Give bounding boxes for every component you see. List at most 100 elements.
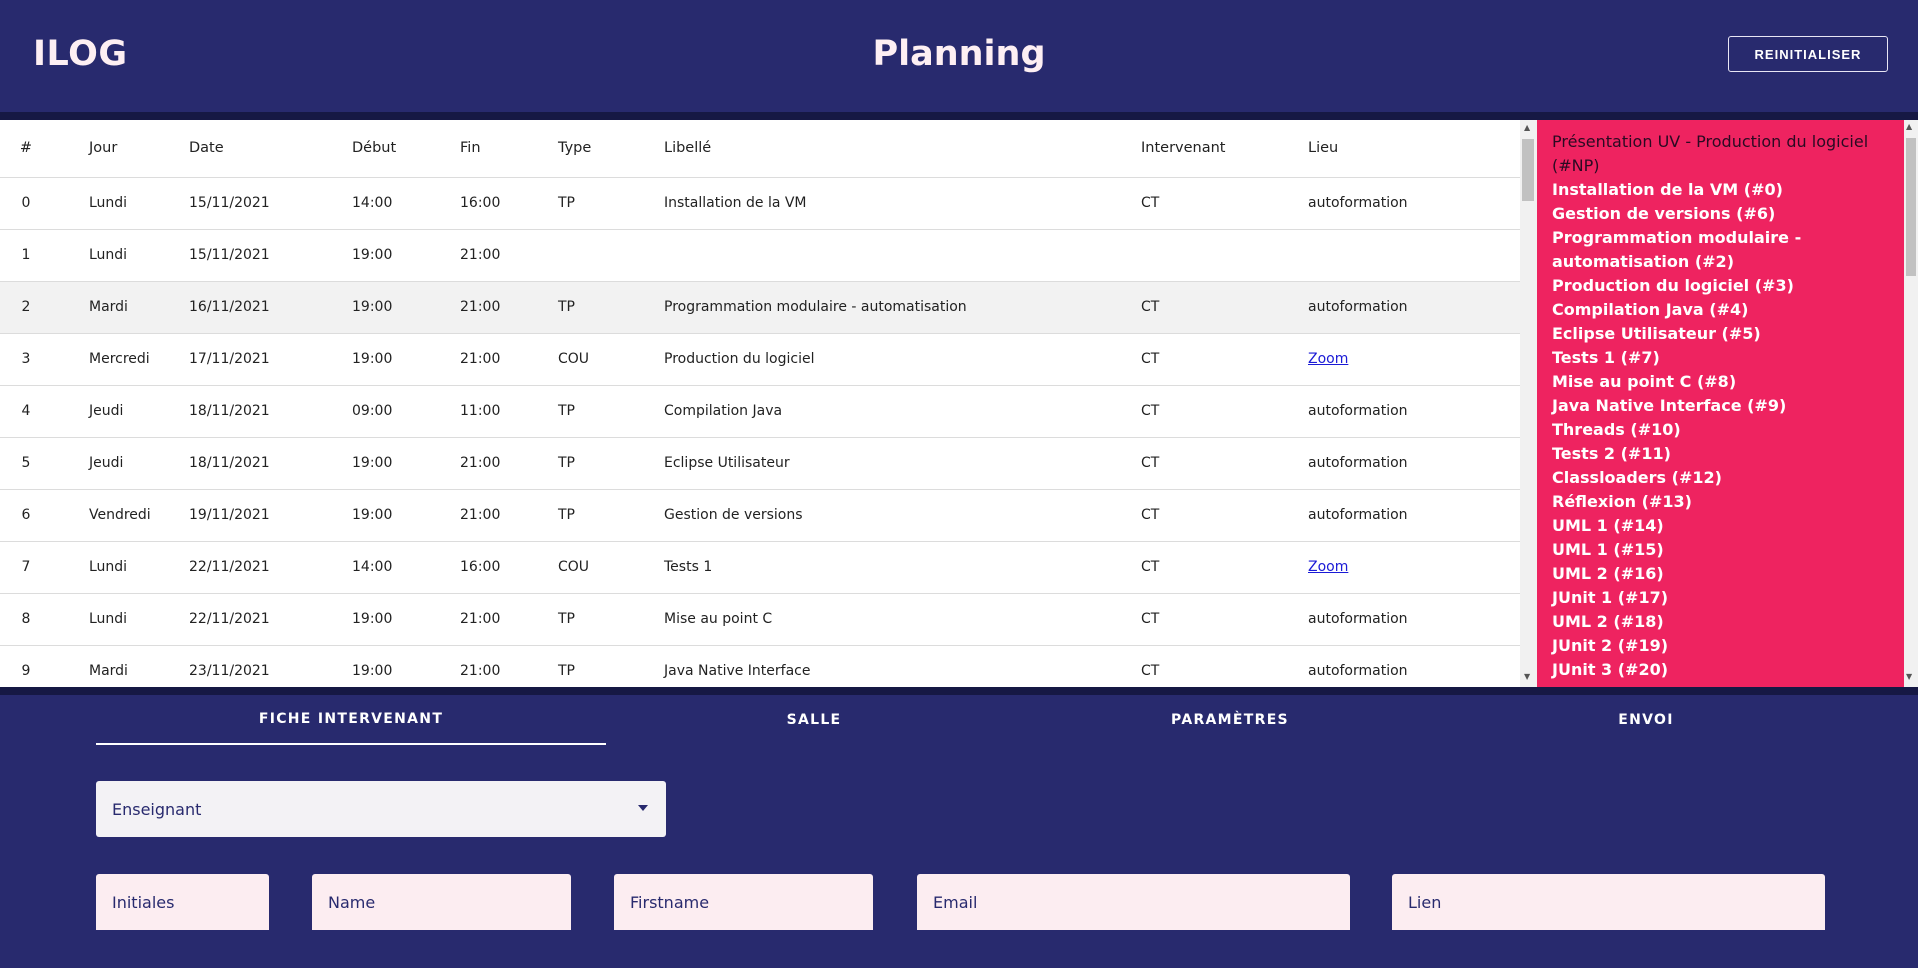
session-list-item[interactable]: Tests 2 (#11) xyxy=(1552,442,1889,466)
cell-fin: 21:00 xyxy=(460,593,558,646)
session-list-item[interactable]: Production du logiciel (#3) xyxy=(1552,274,1889,298)
table-row[interactable]: 6 Vendredi 19/11/2021 19:00 21:00 TP Gestion d… xyxy=(0,489,1520,542)
table-row[interactable]: 3 Mercredi 17/11/2021 19:00 21:00 COU Producti… xyxy=(0,333,1520,386)
zoom-link[interactable]: Zoom xyxy=(1308,351,1348,367)
planning-table-container[interactable]: # Jour Date Début Fin Type Libellé Inter… xyxy=(0,120,1537,687)
column-header-intervenant[interactable]: Intervenant xyxy=(1141,120,1308,178)
cell-type: TP xyxy=(558,437,664,490)
tab-envoi[interactable]: ENVOI xyxy=(1438,695,1854,745)
cell-type: TP xyxy=(558,593,664,646)
table-row[interactable]: 7 Lundi 22/11/2021 14:00 16:00 COU Tests 1 CT Zo… xyxy=(0,541,1520,594)
cell-type: TP xyxy=(558,385,664,438)
table-row[interactable]: 8 Lundi 22/11/2021 19:00 21:00 TP Mise au poin… xyxy=(0,593,1520,646)
lien-field[interactable]: Lien xyxy=(1392,874,1825,930)
email-field[interactable]: Email xyxy=(917,874,1350,930)
cell-debut: 19:00 xyxy=(352,645,460,687)
cell-debut: 19:00 xyxy=(352,281,460,334)
table-scroll-down-icon[interactable]: ▼ xyxy=(1524,672,1530,681)
table-row[interactable]: 4 Jeudi 18/11/2021 09:00 11:00 TP Compilation … xyxy=(0,385,1520,438)
cell-intervenant: CT xyxy=(1141,489,1308,542)
session-list-item[interactable]: JUnit 1 (#17) xyxy=(1552,586,1889,610)
cell-index: 6 xyxy=(0,489,52,542)
tab-parametres[interactable]: PARAMÈTRES xyxy=(1022,695,1438,745)
session-list[interactable]: Présentation UV - Production du logiciel… xyxy=(1537,120,1904,687)
column-header-jour[interactable]: Jour xyxy=(52,120,189,178)
session-list-item[interactable]: Installation de la VM (#0) xyxy=(1552,178,1889,202)
session-list-item[interactable]: UML 2 (#18) xyxy=(1552,610,1889,634)
cell-type xyxy=(558,229,664,282)
cell-date: 18/11/2021 xyxy=(189,385,352,438)
cell-lieu: autoformation xyxy=(1308,437,1520,490)
session-list-item[interactable]: JUnit 3 (#20) xyxy=(1552,658,1889,682)
cell-jour: Vendredi xyxy=(52,489,189,542)
table-row[interactable]: 0 Lundi 15/11/2021 14:00 16:00 TP Installation… xyxy=(0,177,1520,230)
session-list-item[interactable]: UML 1 (#14) xyxy=(1552,514,1889,538)
table-row[interactable]: 1 Lundi 15/11/2021 19:00 21:00 xyxy=(0,229,1520,282)
column-header-libelle[interactable]: Libellé xyxy=(664,120,1141,178)
column-header-fin[interactable]: Fin xyxy=(460,120,558,178)
cell-intervenant: CT xyxy=(1141,333,1308,386)
side-scroll-down-icon[interactable]: ▼ xyxy=(1906,672,1912,681)
column-header-lieu[interactable]: Lieu xyxy=(1308,120,1520,178)
side-scroll-thumb[interactable] xyxy=(1906,138,1916,276)
tab-fiche-intervenant[interactable]: FICHE INTERVENANT xyxy=(96,695,606,745)
cell-fin: 21:00 xyxy=(460,437,558,490)
column-header-index[interactable]: # xyxy=(0,120,52,178)
table-scroll-thumb[interactable] xyxy=(1522,139,1534,201)
zoom-link[interactable]: Zoom xyxy=(1308,559,1348,575)
session-list-item[interactable]: Mise au point C (#8) xyxy=(1552,370,1889,394)
cell-libelle: Java Native Interface xyxy=(664,645,1141,687)
column-header-debut[interactable]: Début xyxy=(352,120,460,178)
tab-salle[interactable]: SALLE xyxy=(606,695,1022,745)
cell-index: 0 xyxy=(0,177,52,230)
session-list-item[interactable]: Présentation UV - Production du logiciel… xyxy=(1552,130,1889,178)
session-list-item[interactable]: Compilation Java (#4) xyxy=(1552,298,1889,322)
column-header-type[interactable]: Type xyxy=(558,120,664,178)
cell-date: 23/11/2021 xyxy=(189,645,352,687)
firstname-field[interactable]: Firstname xyxy=(614,874,873,930)
session-list-item[interactable]: Programmation modulaire - automatisation… xyxy=(1552,226,1889,274)
cell-jour: Jeudi xyxy=(52,385,189,438)
column-header-date[interactable]: Date xyxy=(189,120,352,178)
cell-index: 7 xyxy=(0,541,52,594)
cell-libelle: Compilation Java xyxy=(664,385,1141,438)
table-scrollbar[interactable] xyxy=(1520,120,1537,687)
session-list-item[interactable]: Threads (#10) xyxy=(1552,418,1889,442)
table-row[interactable]: 5 Jeudi 18/11/2021 19:00 21:00 TP Eclipse Util… xyxy=(0,437,1520,490)
cell-lieu: autoformation xyxy=(1308,281,1520,334)
cell-date: 22/11/2021 xyxy=(189,541,352,594)
initiales-placeholder: Initiales xyxy=(112,892,175,912)
side-scroll-up-icon[interactable]: ▲ xyxy=(1906,122,1912,131)
session-list-item[interactable]: Gestion de versions (#6) xyxy=(1552,202,1889,226)
name-field[interactable]: Name xyxy=(312,874,571,930)
cell-date: 16/11/2021 xyxy=(189,281,352,334)
top-divider xyxy=(0,112,1918,120)
session-list-item[interactable]: Eclipse Utilisateur (#5) xyxy=(1552,322,1889,346)
table-scroll-up-icon[interactable]: ▲ xyxy=(1524,123,1530,132)
cell-intervenant: CT xyxy=(1141,281,1308,334)
session-list-item[interactable]: Classloaders (#12) xyxy=(1552,466,1889,490)
cell-lieu xyxy=(1308,229,1520,282)
initiales-field[interactable]: Initiales xyxy=(96,874,269,930)
cell-index: 1 xyxy=(0,229,52,282)
cell-debut: 19:00 xyxy=(352,333,460,386)
chevron-down-icon xyxy=(638,805,648,811)
cell-lieu: autoformation xyxy=(1308,489,1520,542)
table-row[interactable]: 9 Mardi 23/11/2021 19:00 21:00 TP Java Native … xyxy=(0,645,1520,687)
cell-type: TP xyxy=(558,177,664,230)
session-list-item[interactable]: Tests 1 (#7) xyxy=(1552,346,1889,370)
session-list-item[interactable]: Java Native Interface (#9) xyxy=(1552,394,1889,418)
lien-placeholder: Lien xyxy=(1408,892,1442,912)
session-list-item[interactable]: Réflexion (#13) xyxy=(1552,490,1889,514)
session-list-item[interactable]: UML 2 (#16) xyxy=(1552,562,1889,586)
session-list-item[interactable]: UML 1 (#15) xyxy=(1552,538,1889,562)
cell-fin: 21:00 xyxy=(460,333,558,386)
cell-fin: 21:00 xyxy=(460,281,558,334)
session-list-item[interactable]: JUnit 2 (#19) xyxy=(1552,634,1889,658)
reset-button[interactable]: REINITIALISER xyxy=(1728,36,1888,72)
role-select[interactable]: Enseignant xyxy=(96,781,666,837)
cell-lieu: autoformation xyxy=(1308,645,1520,687)
table-row[interactable]: 2 Mardi 16/11/2021 19:00 21:00 TP Programmatio… xyxy=(0,281,1520,334)
cell-intervenant: CT xyxy=(1141,541,1308,594)
cell-jour: Mardi xyxy=(52,645,189,687)
